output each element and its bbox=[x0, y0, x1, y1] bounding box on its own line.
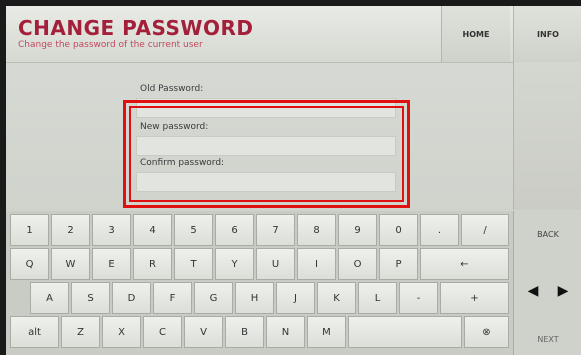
key-b[interactable]: B bbox=[225, 316, 264, 348]
key-g[interactable]: G bbox=[194, 282, 233, 314]
key-8[interactable]: 8 bbox=[297, 214, 336, 246]
key-o[interactable]: O bbox=[338, 248, 377, 280]
key-r[interactable]: R bbox=[133, 248, 172, 280]
key-alt[interactable]: alt bbox=[10, 316, 59, 348]
page-subtitle: Change the password of the current user bbox=[18, 40, 203, 50]
key-y[interactable]: Y bbox=[215, 248, 254, 280]
back-button[interactable]: BACK bbox=[514, 211, 581, 257]
key-j[interactable]: J bbox=[276, 282, 315, 314]
key-0[interactable]: 0 bbox=[379, 214, 418, 246]
key-m[interactable]: M bbox=[307, 316, 346, 348]
home-button[interactable]: HOME bbox=[441, 6, 510, 62]
key-dash[interactable]: - bbox=[399, 282, 438, 314]
page-title: CHANGE PASSWORD bbox=[18, 16, 254, 40]
highlight-inner-box bbox=[129, 106, 404, 202]
key-plus[interactable]: + bbox=[440, 282, 509, 314]
key-2[interactable]: 2 bbox=[51, 214, 90, 246]
header: CHANGE PASSWORD Change the password of t… bbox=[6, 6, 581, 63]
key-k[interactable]: K bbox=[317, 282, 356, 314]
key-3[interactable]: 3 bbox=[92, 214, 131, 246]
key-1[interactable]: 1 bbox=[10, 214, 49, 246]
old-password-label: Old Password: bbox=[140, 84, 204, 94]
key-space[interactable] bbox=[348, 316, 462, 348]
key-4[interactable]: 4 bbox=[133, 214, 172, 246]
key-period[interactable]: . bbox=[420, 214, 459, 246]
key-a[interactable]: A bbox=[30, 282, 69, 314]
key-t[interactable]: T bbox=[174, 248, 213, 280]
screen: CHANGE PASSWORD Change the password of t… bbox=[6, 6, 581, 355]
key-9[interactable]: 9 bbox=[338, 214, 377, 246]
key-5[interactable]: 5 bbox=[174, 214, 213, 246]
key-h[interactable]: H bbox=[235, 282, 274, 314]
right-panel bbox=[513, 62, 581, 210]
right-arrow-icon[interactable]: ▶ bbox=[550, 271, 576, 311]
left-arrow-icon[interactable]: ◀ bbox=[520, 271, 546, 311]
info-button[interactable]: INFO bbox=[513, 6, 581, 62]
key-clear[interactable]: ⊗ bbox=[464, 316, 509, 348]
key-e[interactable]: E bbox=[92, 248, 131, 280]
key-w[interactable]: W bbox=[51, 248, 90, 280]
key-n[interactable]: N bbox=[266, 316, 305, 348]
side-keys: BACK ◀ ▶ NEXT bbox=[513, 211, 581, 355]
key-x[interactable]: X bbox=[102, 316, 141, 348]
key-i[interactable]: I bbox=[297, 248, 336, 280]
key-p[interactable]: P bbox=[379, 248, 418, 280]
keyboard: 1 2 3 4 5 6 7 8 9 0 . / Q W E R T Y U I … bbox=[6, 211, 513, 355]
key-q[interactable]: Q bbox=[10, 248, 49, 280]
key-c[interactable]: C bbox=[143, 316, 182, 348]
key-6[interactable]: 6 bbox=[215, 214, 254, 246]
key-s[interactable]: S bbox=[71, 282, 110, 314]
key-l[interactable]: L bbox=[358, 282, 397, 314]
next-button[interactable]: NEXT bbox=[514, 323, 581, 355]
key-backspace[interactable]: ← bbox=[420, 248, 509, 280]
key-z[interactable]: Z bbox=[61, 316, 100, 348]
key-slash[interactable]: / bbox=[461, 214, 509, 246]
key-d[interactable]: D bbox=[112, 282, 151, 314]
key-v[interactable]: V bbox=[184, 316, 223, 348]
key-u[interactable]: U bbox=[256, 248, 295, 280]
key-7[interactable]: 7 bbox=[256, 214, 295, 246]
key-f[interactable]: F bbox=[153, 282, 192, 314]
